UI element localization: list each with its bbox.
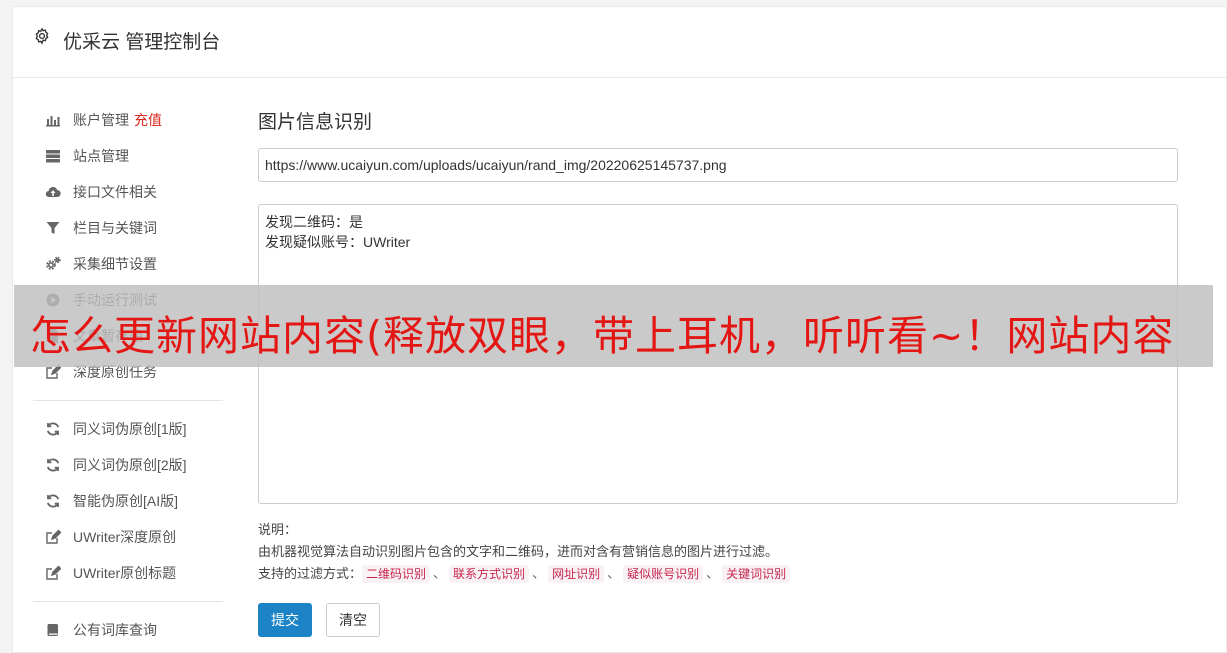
sidebar-item-0-0[interactable]: 账户管理 充值 bbox=[33, 102, 243, 138]
filter-method-tag: 网址识别 bbox=[548, 565, 605, 583]
method-separator: 、 bbox=[433, 566, 447, 581]
sidebar-item-label: 同义词伪原创[1版] bbox=[73, 421, 187, 437]
image-url-input[interactable] bbox=[258, 148, 1178, 182]
sidebar-item-label: UWriter原创标题 bbox=[73, 565, 177, 581]
refresh-icon bbox=[45, 493, 61, 509]
edit-icon bbox=[45, 565, 61, 581]
cogs-icon bbox=[45, 256, 61, 272]
overlay-text: 怎么更新网站内容(释放双眼，带上耳机，听听看~！网站内容 bbox=[30, 312, 1175, 360]
recharge-link[interactable]: 充值 bbox=[134, 110, 162, 130]
main-content: 图片信息识别 发现二维码：是发现疑似账号：UWriter 说明： 由机器视觉算法… bbox=[258, 107, 1178, 637]
sidebar-item-0-3[interactable]: 栏目与关键词 bbox=[33, 210, 243, 246]
filter-method-tag: 疑似账号识别 bbox=[623, 565, 704, 583]
gear-icon bbox=[35, 27, 49, 45]
page-title: 优采云 管理控制台 bbox=[63, 32, 221, 53]
sidebar-item-1-0[interactable]: 同义词伪原创[1版] bbox=[33, 411, 243, 447]
filter-icon bbox=[45, 220, 61, 236]
filter-methods-label: 支持的过滤方式： bbox=[258, 566, 363, 581]
cloud-upload-icon bbox=[45, 184, 61, 200]
sidebar-nav: 账户管理充值站点管理接口文件相关栏目与关键词采集细节设置手动运行测试文章暂存箱深… bbox=[33, 102, 243, 648]
title-overlay-banner: 怎么更新网站内容(释放双眼，带上耳机，听听看~！网站内容 bbox=[14, 285, 1213, 367]
filter-method-tag: 二维码识别 bbox=[362, 565, 431, 583]
page-header: 优采云 管理控制台 bbox=[13, 7, 1226, 78]
sidebar-item-label: 账户管理 bbox=[73, 112, 129, 128]
filter-methods: 支持的过滤方式： 二维码识别、联系方式识别、网址识别、疑似账号识别、关键词识别 bbox=[258, 563, 791, 585]
sidebar-item-0-1[interactable]: 站点管理 bbox=[33, 138, 243, 174]
sidebar-item-1-2[interactable]: 智能伪原创[AI版] bbox=[33, 483, 243, 519]
sidebar-item-1-3[interactable]: UWriter深度原创 bbox=[33, 519, 243, 555]
section-title: 图片信息识别 bbox=[258, 112, 373, 133]
sidebar-item-label: 接口文件相关 bbox=[73, 184, 157, 200]
sidebar-item-label: 采集细节设置 bbox=[73, 256, 157, 272]
sidebar-item-label: 站点管理 bbox=[73, 148, 129, 164]
notes: 说明： 由机器视觉算法自动识别图片包含的文字和二维码，进而对含有营销信息的图片进… bbox=[258, 519, 791, 585]
filter-method-tag: 关键词识别 bbox=[722, 565, 791, 583]
sidebar-item-1-1[interactable]: 同义词伪原创[2版] bbox=[33, 447, 243, 483]
sidebar-item-0-2[interactable]: 接口文件相关 bbox=[33, 174, 243, 210]
sidebar-item-label: 同义词伪原创[2版] bbox=[73, 457, 187, 473]
method-separator: 、 bbox=[706, 566, 720, 581]
book-icon bbox=[45, 622, 61, 638]
sidebar-divider bbox=[33, 400, 223, 401]
sidebar-item-2-0[interactable]: 公有词库查询 bbox=[33, 612, 243, 648]
refresh-icon bbox=[45, 421, 61, 437]
result-line: 发现疑似账号：UWriter bbox=[265, 234, 411, 250]
result-line: 发现二维码：是 bbox=[265, 214, 363, 230]
sidebar-item-label: 栏目与关键词 bbox=[73, 220, 157, 236]
sidebar-item-label: 智能伪原创[AI版] bbox=[73, 493, 179, 509]
edit-icon bbox=[45, 529, 61, 545]
notes-label: 说明： bbox=[258, 522, 298, 537]
server-icon bbox=[45, 148, 61, 164]
sidebar-item-label: 公有词库查询 bbox=[73, 622, 157, 638]
notes-description: 由机器视觉算法自动识别图片包含的文字和二维码，进而对含有营销信息的图片进行过滤。 bbox=[258, 544, 779, 559]
method-separator: 、 bbox=[607, 566, 621, 581]
clear-button[interactable]: 清空 bbox=[326, 603, 380, 637]
bar-chart-icon bbox=[45, 112, 61, 128]
refresh-icon bbox=[45, 457, 61, 473]
sidebar-item-0-4[interactable]: 采集细节设置 bbox=[33, 246, 243, 282]
filter-method-tag: 联系方式识别 bbox=[449, 565, 530, 583]
sidebar-divider bbox=[33, 601, 223, 602]
submit-button[interactable]: 提交 bbox=[258, 603, 312, 637]
method-separator: 、 bbox=[532, 566, 546, 581]
sidebar-item-1-4[interactable]: UWriter原创标题 bbox=[33, 555, 243, 591]
sidebar-item-label: UWriter深度原创 bbox=[73, 529, 177, 545]
